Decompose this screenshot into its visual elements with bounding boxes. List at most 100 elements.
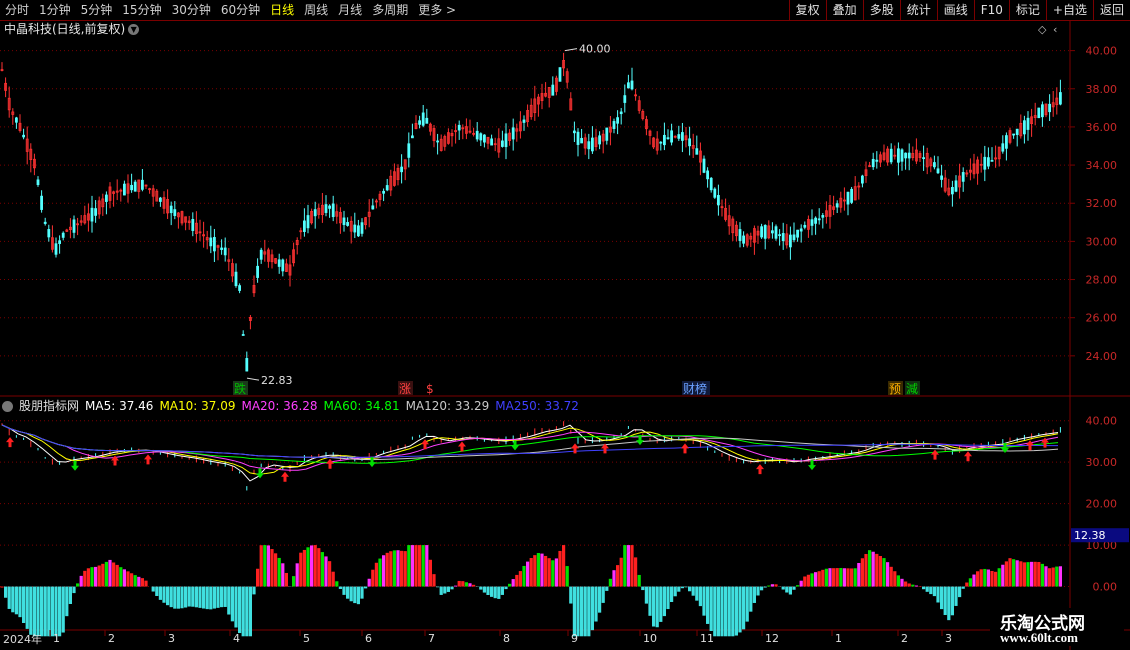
histogram-bar — [58, 586, 62, 637]
histogram-bar — [284, 572, 288, 587]
event-badge: 涨 — [399, 381, 411, 396]
histogram-bar — [580, 586, 584, 637]
candle-body — [792, 234, 796, 241]
candle-body — [328, 205, 332, 209]
histogram-bar — [43, 586, 47, 637]
histogram-bar — [839, 568, 843, 587]
histogram-bar — [572, 586, 576, 637]
event-badge: 财榜 — [683, 381, 707, 396]
candle-body — [245, 358, 249, 372]
candle-body — [954, 180, 958, 192]
candle-body — [717, 195, 720, 206]
indicator-legend: 股朋指标网 MA5: 37.46 MA10: 37.09 MA20: 36.28 MA… — [2, 399, 579, 413]
month-label: 12 — [765, 632, 779, 645]
month-label: 11 — [700, 632, 714, 645]
ma-legend-4: MA120: 33.29 — [405, 399, 490, 413]
histogram-bar — [785, 586, 789, 593]
histogram-bar — [911, 584, 915, 587]
histogram-bar — [893, 571, 897, 587]
candle-body — [382, 190, 386, 194]
price-tick-label: 28.00 — [1086, 274, 1118, 287]
candle-body — [763, 224, 767, 239]
candle-body — [522, 119, 526, 123]
indicator-name[interactable]: 股朋指标网 — [19, 399, 79, 413]
histogram-bar — [994, 571, 998, 587]
low-marker-label: 22.83 — [261, 374, 293, 387]
candle-body — [500, 140, 504, 147]
histogram-bar — [281, 563, 285, 587]
histogram-bar — [223, 586, 227, 607]
candle-body — [987, 157, 990, 167]
histogram-bar — [821, 569, 825, 587]
candle-body — [425, 117, 429, 124]
histogram-bar — [1012, 559, 1016, 587]
candle-body — [587, 141, 591, 150]
histogram-bar — [461, 581, 465, 587]
histogram-bar — [418, 545, 422, 587]
indicator-tick-label: 30.00 — [1086, 456, 1118, 469]
histogram-bar — [1037, 562, 1041, 587]
candle-body — [688, 138, 691, 147]
histogram-bar — [943, 586, 947, 616]
histogram-bar — [551, 560, 555, 587]
histogram-bar — [706, 586, 710, 624]
candle-body — [709, 177, 713, 191]
histogram-bar — [292, 576, 296, 587]
histogram-bar — [590, 586, 594, 631]
histogram-bar — [259, 545, 263, 587]
histogram-bar — [367, 578, 371, 587]
month-label: 10 — [643, 632, 657, 645]
candle-body — [475, 130, 479, 140]
histogram-bar — [155, 586, 159, 596]
histogram-bar — [342, 586, 346, 595]
month-label: 1 — [835, 632, 842, 645]
histogram-bar — [605, 586, 609, 591]
histogram-bar — [126, 571, 130, 587]
histogram-bar — [965, 582, 969, 587]
histogram-bar — [140, 578, 144, 587]
candle-body — [814, 217, 817, 224]
buy-arrow-icon — [6, 437, 14, 448]
candle-body — [281, 259, 285, 272]
indicator-dropdown-icon[interactable] — [2, 400, 13, 412]
histogram-bar — [144, 580, 148, 587]
histogram-bar — [425, 545, 429, 587]
histogram-bar — [1033, 561, 1037, 587]
histogram-bar — [83, 570, 87, 587]
histogram-bar — [598, 586, 602, 613]
histogram-bar — [691, 586, 695, 596]
histogram-bar — [742, 586, 746, 630]
candle-body — [158, 197, 162, 202]
buy-arrow-icon — [144, 454, 152, 465]
candle-body — [241, 334, 245, 336]
histogram-bar — [234, 586, 238, 628]
histogram-bar — [709, 586, 713, 631]
histogram-bar — [151, 586, 155, 592]
candle-body — [922, 157, 925, 160]
candle-body — [576, 131, 580, 145]
month-label: 3 — [168, 632, 175, 645]
current-value-text: 12.38 — [1074, 529, 1106, 542]
candle-body — [169, 205, 173, 214]
histogram-bar — [655, 586, 659, 628]
candle-body — [627, 82, 630, 89]
buy-arrow-icon — [1026, 440, 1034, 451]
histogram-bar — [857, 562, 861, 587]
candle-body — [681, 132, 684, 141]
candle-body — [302, 220, 306, 232]
histogram-bar — [947, 586, 951, 621]
histogram-bar — [302, 549, 306, 587]
candle-body — [897, 148, 900, 163]
candle-body — [796, 229, 799, 238]
histogram-bar — [713, 586, 717, 637]
histogram-bar — [227, 586, 231, 615]
histogram-bar — [54, 586, 58, 637]
candle-body — [173, 209, 177, 216]
histogram-bar — [36, 586, 40, 637]
histogram-bar — [504, 586, 508, 590]
candle-body — [1023, 120, 1026, 135]
histogram-bar — [436, 586, 440, 588]
kline-chart[interactable]: 40.0038.0036.0034.0032.0030.0028.0026.00… — [0, 0, 1130, 650]
histogram-bar — [576, 586, 580, 637]
histogram-bar — [1008, 558, 1012, 587]
